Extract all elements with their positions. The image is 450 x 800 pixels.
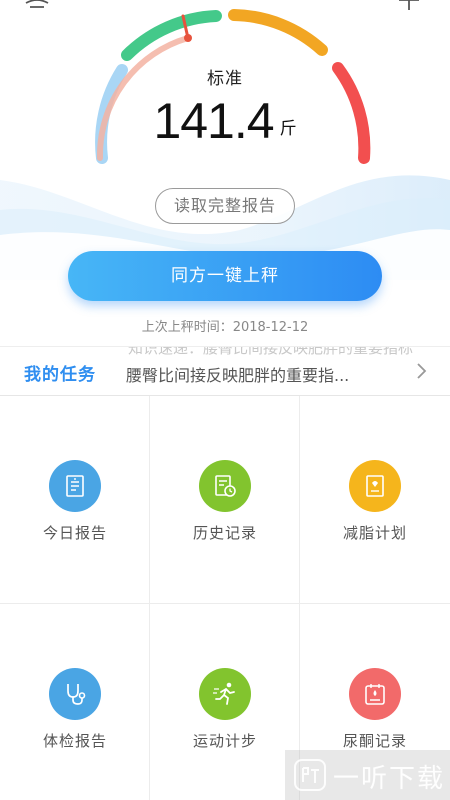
document-icon bbox=[49, 460, 101, 512]
plan-icon bbox=[349, 460, 401, 512]
weight-value: 141.4 bbox=[153, 93, 274, 149]
my-tasks-title: 我的任务 bbox=[24, 365, 96, 385]
grid-item-today-report[interactable]: 今日报告 bbox=[0, 396, 150, 604]
read-full-report-button[interactable]: 读取完整报告 bbox=[155, 188, 295, 224]
one-click-weigh-button[interactable]: 同方一键上秤 bbox=[68, 251, 382, 301]
gauge-arc-high bbox=[228, 9, 328, 56]
history-icon bbox=[199, 460, 251, 512]
last-weigh-time: 上次上秤时间：2018-12-12 bbox=[141, 320, 309, 335]
grid-item-label: 体检报告 bbox=[42, 732, 107, 750]
site-watermark: 一听下载 bbox=[285, 750, 450, 800]
grid-item-step-counter[interactable]: 运动计步 bbox=[150, 604, 300, 800]
watermark-text: 一听下载 bbox=[333, 764, 446, 794]
plus-icon[interactable] bbox=[396, 0, 422, 14]
grid-item-label: 减脂计划 bbox=[342, 524, 407, 542]
grid-item-checkup-report[interactable]: 体检报告 bbox=[0, 604, 150, 800]
weight-readout: 141.4 斤 bbox=[0, 92, 450, 150]
weight-unit: 斤 bbox=[279, 119, 297, 139]
weight-status-label: 标准 bbox=[207, 69, 243, 89]
task-scroll-previous: 知识速递：腰臀比间接反映肥胖的重要指标 bbox=[128, 346, 414, 357]
urine-icon bbox=[349, 668, 401, 720]
watermark-logo-icon bbox=[293, 758, 327, 792]
grid-item-label: 历史记录 bbox=[192, 524, 257, 542]
stethoscope-icon bbox=[49, 668, 101, 720]
feature-grid: 今日报告 历史记录 减脂计划 体检报告 运动计步 尿酮记录 bbox=[0, 396, 450, 800]
my-tasks-bar[interactable]: 知识速递：腰臀比间接反映肥胖的重要指标 我的任务 腰臀比间接反映肥胖的重要指..… bbox=[0, 346, 450, 396]
task-text[interactable]: 腰臀比间接反映肥胖的重要指... bbox=[126, 362, 396, 386]
grid-item-label: 尿酮记录 bbox=[342, 732, 407, 750]
gauge-arc-standard bbox=[121, 10, 222, 61]
chevron-right-icon[interactable] bbox=[416, 361, 428, 381]
grid-item-label: 今日报告 bbox=[42, 524, 107, 542]
running-icon bbox=[199, 668, 251, 720]
grid-item-history[interactable]: 历史记录 bbox=[150, 396, 300, 604]
grid-item-label: 运动计步 bbox=[192, 732, 257, 750]
grid-item-fat-loss-plan[interactable]: 减脂计划 bbox=[300, 396, 450, 604]
menu-icon[interactable] bbox=[24, 0, 50, 14]
